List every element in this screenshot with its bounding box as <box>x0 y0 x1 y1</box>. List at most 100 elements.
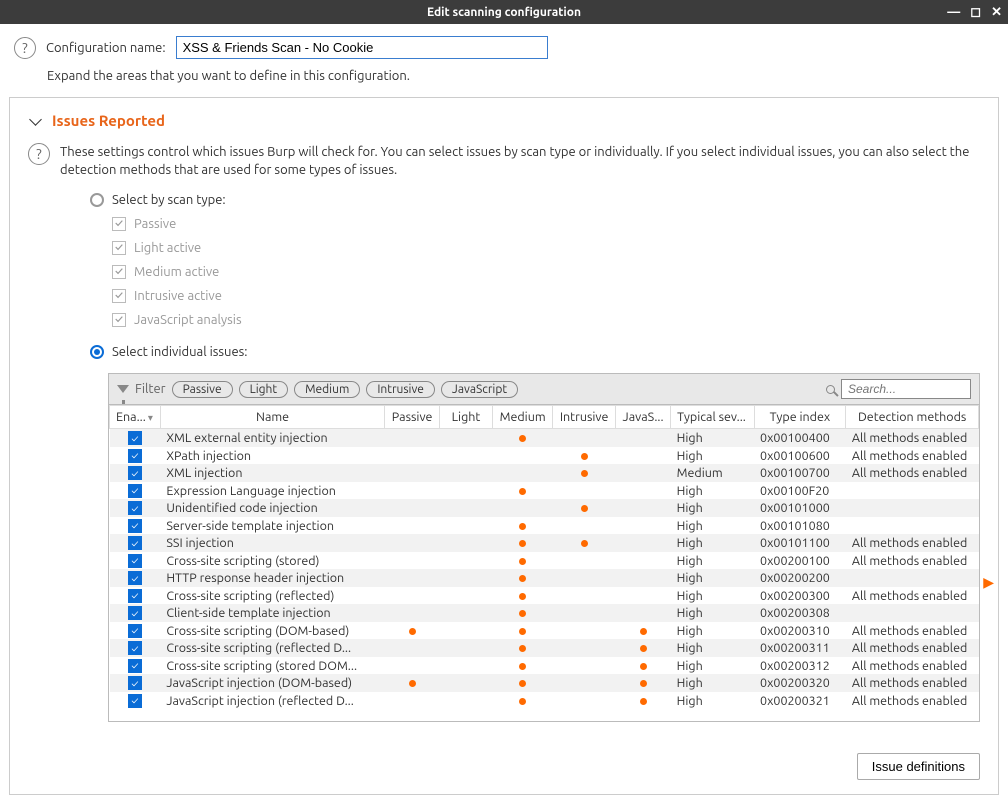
col-enabled[interactable]: Ena...▾ <box>110 406 161 429</box>
dot-icon <box>519 523 526 530</box>
row-name: SSI injection <box>160 534 384 552</box>
row-name: XML external entity injection <box>160 429 384 447</box>
row-type-index: 0x00100600 <box>754 447 846 465</box>
col-type-index[interactable]: Type index <box>754 406 846 429</box>
row-detection-methods: All methods enabled <box>846 534 979 552</box>
dot-icon <box>640 698 647 705</box>
checkbox-javascript-analysis: JavaScript analysis <box>112 313 980 327</box>
row-name: XPath injection <box>160 447 384 465</box>
row-enabled-checkbox[interactable] <box>128 589 142 603</box>
row-enabled-checkbox[interactable] <box>128 554 142 568</box>
row-enabled-checkbox[interactable] <box>128 501 142 515</box>
row-severity: High <box>671 482 754 500</box>
config-name-input[interactable] <box>176 36 548 59</box>
table-scroll[interactable]: Ena...▾ Name Passive Light Medium Intrus… <box>109 405 979 721</box>
row-enabled-checkbox[interactable] <box>128 536 142 550</box>
titlebar[interactable]: Edit scanning configuration — ◻ ✕ <box>0 0 1008 24</box>
filter-pill-passive[interactable]: Passive <box>172 381 233 398</box>
table-row[interactable]: Unidentified code injectionHigh0x0010100… <box>110 499 979 517</box>
minimize-icon[interactable]: — <box>947 5 960 20</box>
help-icon[interactable]: ? <box>14 37 36 59</box>
table-row[interactable]: HTTP response header injectionHigh0x0020… <box>110 569 979 587</box>
row-severity: High <box>671 534 754 552</box>
col-passive[interactable]: Passive <box>385 406 440 429</box>
table-row[interactable]: Client-side template injectionHigh0x0020… <box>110 604 979 622</box>
checkbox-icon <box>112 241 126 255</box>
table-row[interactable]: XML external entity injectionHigh0x00100… <box>110 429 979 447</box>
row-enabled-checkbox[interactable] <box>128 676 142 690</box>
row-enabled-checkbox[interactable] <box>128 659 142 673</box>
col-intrusive[interactable]: Intrusive <box>553 406 616 429</box>
table-row[interactable]: XPath injectionHigh0x00100600All methods… <box>110 447 979 465</box>
row-enabled-checkbox[interactable] <box>128 606 142 620</box>
row-type-index: 0x00200311 <box>754 639 846 657</box>
dot-icon <box>519 663 526 670</box>
row-severity: High <box>671 692 754 710</box>
radio-select-individual[interactable]: Select individual issues: <box>90 345 980 359</box>
dot-icon <box>581 540 588 547</box>
col-light[interactable]: Light <box>439 406 492 429</box>
row-detection-methods <box>846 517 979 535</box>
issue-definitions-button[interactable]: Issue definitions <box>857 753 980 780</box>
filter-pill-javascript[interactable]: JavaScript <box>441 381 518 398</box>
filter-pill-intrusive[interactable]: Intrusive <box>366 381 435 398</box>
checkbox-light-active: Light active <box>112 241 980 255</box>
table-row[interactable]: Server-side template injectionHigh0x0010… <box>110 517 979 535</box>
section-header[interactable]: Issues Reported <box>28 112 980 129</box>
dot-icon <box>519 698 526 705</box>
table-row[interactable]: Expression Language injectionHigh0x00100… <box>110 482 979 500</box>
row-severity: High <box>671 429 754 447</box>
row-enabled-checkbox[interactable] <box>128 624 142 638</box>
dot-icon <box>519 435 526 442</box>
dot-icon <box>519 680 526 687</box>
row-enabled-checkbox[interactable] <box>128 484 142 498</box>
table-row[interactable]: JavaScript injection (reflected D... High… <box>110 692 979 710</box>
expand-hint: Expand the areas that you want to define… <box>0 67 1008 97</box>
section-description: These settings control which issues Burp… <box>60 143 980 179</box>
config-header: ? Configuration name: <box>0 24 1008 67</box>
table-row[interactable]: Cross-site scripting (stored)High0x00200… <box>110 552 979 570</box>
row-name: Expression Language injection <box>160 482 384 500</box>
col-medium[interactable]: Medium <box>493 406 553 429</box>
filter-pill-medium[interactable]: Medium <box>294 381 360 398</box>
row-severity: High <box>671 552 754 570</box>
section-title: Issues Reported <box>52 112 165 129</box>
table-row[interactable]: Cross-site scripting (reflected D...High… <box>110 639 979 657</box>
row-enabled-checkbox[interactable] <box>128 519 142 533</box>
row-enabled-checkbox[interactable] <box>128 431 142 445</box>
col-name[interactable]: Name <box>160 406 384 429</box>
row-name: Server-side template injection <box>160 517 384 535</box>
row-name: JavaScript injection (reflected D... <box>160 692 384 710</box>
dot-icon <box>409 628 416 635</box>
row-severity: High <box>671 674 754 692</box>
search-input[interactable] <box>841 379 971 399</box>
row-enabled-checkbox[interactable] <box>128 571 142 585</box>
close-icon[interactable]: ✕ <box>991 5 1002 20</box>
maximize-icon[interactable]: ◻ <box>970 5 981 20</box>
row-enabled-checkbox[interactable] <box>128 449 142 463</box>
filter-pill-light[interactable]: Light <box>239 381 289 398</box>
col-typical-sev[interactable]: Typical sev... <box>671 406 754 429</box>
row-severity: High <box>671 569 754 587</box>
row-enabled-checkbox[interactable] <box>128 641 142 655</box>
row-enabled-checkbox[interactable] <box>128 694 142 708</box>
table-row[interactable]: Cross-site scripting (DOM-based)High0x00… <box>110 622 979 640</box>
table-row[interactable]: SSI injectionHigh0x00101100All methods e… <box>110 534 979 552</box>
col-javas[interactable]: JavaS... <box>616 406 671 429</box>
section-help-icon[interactable]: ? <box>28 143 50 165</box>
dot-icon <box>519 628 526 635</box>
dot-icon <box>581 470 588 477</box>
dot-icon <box>409 680 416 687</box>
row-detection-methods <box>846 499 979 517</box>
table-row[interactable]: XML injectionMedium0x00100700All methods… <box>110 464 979 482</box>
row-enabled-checkbox[interactable] <box>128 466 142 480</box>
table-row[interactable]: JavaScript injection (DOM-based)High0x00… <box>110 674 979 692</box>
checkbox-passive: Passive <box>112 217 980 231</box>
table-row[interactable]: Cross-site scripting (stored DOM...High0… <box>110 657 979 675</box>
radio-select-by-scan-type[interactable]: Select by scan type: <box>90 193 980 207</box>
col-detection-methods[interactable]: Detection methods <box>846 406 979 429</box>
row-severity: High <box>671 657 754 675</box>
row-severity: Medium <box>671 464 754 482</box>
table-row[interactable]: Cross-site scripting (reflected)High0x00… <box>110 587 979 605</box>
scroll-right-arrow[interactable]: ▶ <box>983 574 994 591</box>
